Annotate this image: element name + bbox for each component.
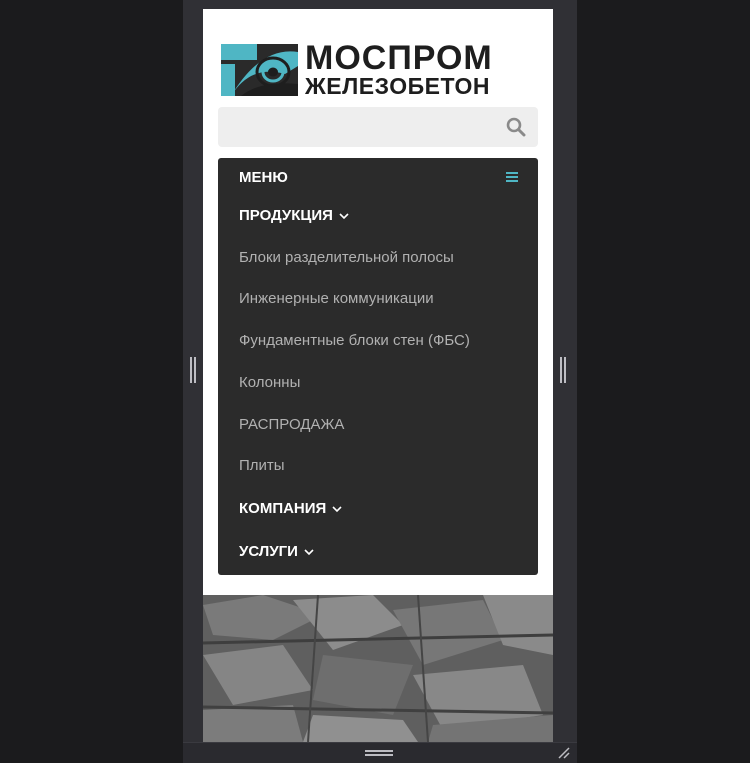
menu-subitem[interactable]: Блоки разделительной полосы [239,249,454,266]
tunnel-logo-icon [221,44,298,96]
logo-title: МОСПРОМ [305,39,493,77]
menu-subitem[interactable]: Плиты [239,457,285,474]
menu-title[interactable]: МЕНЮ [239,169,288,186]
menu-subitem[interactable]: Фундаментные блоки стен (ФБС) [239,332,470,349]
hero-image-concrete-blocks [203,595,553,742]
mobile-page: МОСПРОМ ЖЕЛЕЗОБЕТОН МЕНЮ ПРОДУКЦИЯ Блоки… [203,9,553,742]
menu-subitem[interactable]: Инженерные коммуникации [239,290,434,307]
mobile-menu: МЕНЮ ПРОДУКЦИЯ Блоки разделительной поло… [218,158,538,575]
logo-subtitle: ЖЕЛЕЗОБЕТОН [305,73,490,99]
search-box [218,107,538,147]
menu-item-products-label: ПРОДУКЦИЯ [239,207,333,224]
chevron-down-icon [339,212,349,219]
resize-corner-icon[interactable] [557,747,571,759]
menu-item-services-label: УСЛУГИ [239,543,298,560]
menu-subitem[interactable]: Колонны [239,374,300,391]
resize-handle-left[interactable] [190,357,198,383]
site-logo[interactable]: МОСПРОМ ЖЕЛЕЗОБЕТОН [221,39,521,99]
menu-item-services[interactable]: УСЛУГИ [239,543,314,560]
resize-handle-right[interactable] [560,357,568,383]
menu-subitem[interactable]: РАСПРОДАЖА [239,416,344,433]
bottom-resize-bar [183,742,577,763]
hamburger-icon[interactable] [506,172,518,183]
menu-item-products[interactable]: ПРОДУКЦИЯ [239,207,349,224]
menu-item-company[interactable]: КОМПАНИЯ [239,500,342,517]
chevron-down-icon [332,505,342,512]
chevron-down-icon [304,548,314,555]
menu-item-company-label: КОМПАНИЯ [239,500,327,517]
resize-grip-icon[interactable] [365,750,393,756]
search-icon[interactable] [506,117,526,137]
search-input[interactable] [218,107,512,147]
